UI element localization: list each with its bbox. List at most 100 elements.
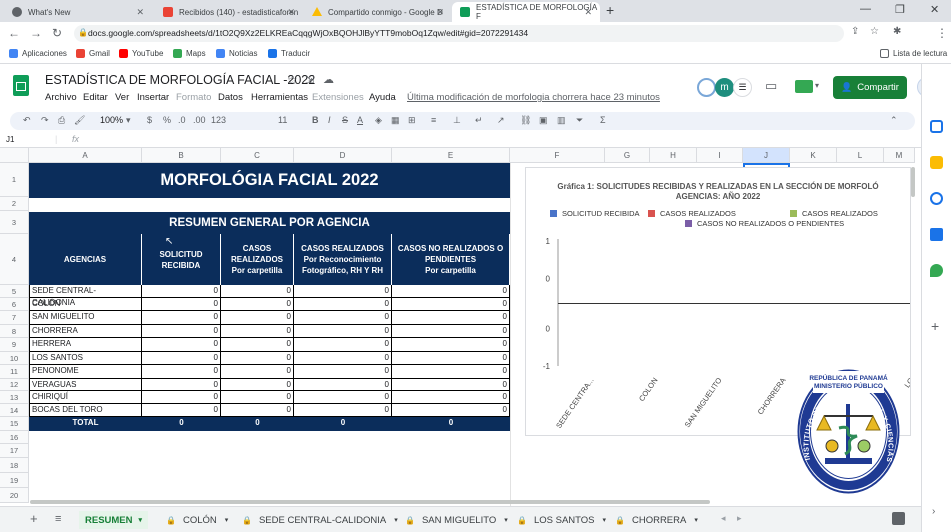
agency-value-cell[interactable]: 0 xyxy=(294,391,392,404)
agency-value-cell[interactable]: 0 xyxy=(392,365,510,379)
agency-value-cell[interactable]: 0 xyxy=(392,338,510,352)
agency-value-cell[interactable]: 0 xyxy=(142,325,221,338)
agency-value-cell[interactable]: 0 xyxy=(294,404,392,417)
merge-cells-icon[interactable]: ⊞ xyxy=(408,115,416,126)
sheet-tab-resumen[interactable]: RESUMEN ▾ xyxy=(79,511,149,529)
borders-icon[interactable]: ▦ xyxy=(391,115,400,126)
agency-name[interactable]: PENONOME xyxy=(29,365,142,379)
agency-value-cell[interactable]: 0 xyxy=(142,338,221,352)
agency-value-cell[interactable]: 0 xyxy=(221,365,294,379)
agency-value-cell[interactable]: 0 xyxy=(294,285,392,298)
agency-value-cell[interactable]: 0 xyxy=(294,298,392,311)
sheet-tab-sede-central[interactable]: 🔒 SEDE CENTRAL-CALIDONIA ▾ xyxy=(242,511,398,529)
row-header[interactable]: 2 xyxy=(0,197,29,211)
agency-name[interactable]: LOS SANTOS xyxy=(29,352,142,365)
more-collaborators-icon[interactable]: ☰ xyxy=(733,78,752,97)
menu-datos[interactable]: Datos xyxy=(218,92,243,103)
row-header[interactable]: 20 xyxy=(0,488,29,503)
agency-value-cell[interactable]: 0 xyxy=(142,352,221,365)
fill-color-icon[interactable]: ◈ xyxy=(375,115,382,126)
bold-icon[interactable]: B xyxy=(312,115,319,125)
column-header[interactable]: A xyxy=(29,148,142,163)
sheets-logo-icon[interactable] xyxy=(13,75,29,96)
bookmark-star-icon[interactable]: ☆ xyxy=(870,26,879,37)
bookmark-noticias[interactable]: Noticias xyxy=(216,49,257,58)
agency-name[interactable]: HERRERA xyxy=(29,338,142,352)
agency-name[interactable]: SEDE CENTRAL- CALIDONIA xyxy=(29,285,142,307)
agency-value-cell[interactable]: 0 xyxy=(221,298,294,311)
side-panel-toggle-icon[interactable]: › xyxy=(932,506,935,517)
menu-ayuda[interactable]: Ayuda xyxy=(369,92,396,103)
row-header[interactable]: 3 xyxy=(0,211,29,234)
row-header[interactable]: 8 xyxy=(0,325,29,338)
agency-value-cell[interactable]: 0 xyxy=(392,352,510,365)
chart-icon[interactable]: ▥ xyxy=(557,115,566,126)
column-header[interactable]: I xyxy=(697,148,743,163)
row-header[interactable]: 10 xyxy=(0,352,29,365)
menu-extensiones[interactable]: Extensiones xyxy=(312,92,364,103)
filter-icon[interactable]: ⏷ xyxy=(576,115,583,126)
rotate-text-icon[interactable]: ↗ xyxy=(497,115,505,126)
agency-value-cell[interactable]: 0 xyxy=(142,285,221,298)
number-format-select[interactable]: 123 xyxy=(211,115,226,125)
align-icon[interactable]: ≡ xyxy=(431,115,436,125)
close-window-icon[interactable]: ✕ xyxy=(930,3,939,16)
agency-value-cell[interactable]: 0 xyxy=(392,391,510,404)
bookmark-maps[interactable]: Maps xyxy=(173,49,206,58)
paint-format-icon[interactable]: 🖌 xyxy=(74,115,85,126)
collapse-toolbar-icon[interactable]: ⌃ xyxy=(890,115,898,126)
new-tab-icon[interactable]: + xyxy=(606,2,614,18)
agency-value-cell[interactable]: 0 xyxy=(294,311,392,325)
last-modified-link[interactable]: Última modificación de morfologia chorre… xyxy=(407,92,660,103)
close-tab-icon[interactable]: ✕ xyxy=(436,7,444,18)
bookmark-traducir[interactable]: Traducir xyxy=(268,49,310,58)
column-header[interactable]: F xyxy=(510,148,605,163)
agency-value-cell[interactable]: 0 xyxy=(142,379,221,391)
star-icon[interactable]: ☆ xyxy=(287,73,298,87)
collaborator-avatar[interactable]: m xyxy=(715,78,734,97)
browser-tab-sheets[interactable]: ESTADÍSTICA DE MORFOLOGÍA F ✕ xyxy=(452,2,600,22)
zoom-select[interactable]: 100% xyxy=(100,115,123,125)
sheet-tab-los-santos[interactable]: 🔒 LOS SANTOS ▾ xyxy=(517,511,606,529)
menu-insertar[interactable]: Insertar xyxy=(137,92,169,103)
agency-value-cell[interactable]: 0 xyxy=(221,325,294,338)
agency-name[interactable]: CHORRERA xyxy=(29,325,142,338)
decrease-decimal-icon[interactable]: .0 xyxy=(178,115,186,125)
agency-value-cell[interactable]: 0 xyxy=(142,311,221,325)
agency-value-cell[interactable]: 0 xyxy=(142,404,221,417)
functions-icon[interactable]: Σ xyxy=(600,115,606,125)
agency-value-cell[interactable]: 0 xyxy=(294,379,392,391)
agency-value-cell[interactable]: 0 xyxy=(392,379,510,391)
wrap-icon[interactable]: ↵ xyxy=(475,115,483,126)
currency-icon[interactable]: $ xyxy=(147,115,152,125)
agency-value-cell[interactable]: 0 xyxy=(142,365,221,379)
agency-value-cell[interactable]: 0 xyxy=(142,391,221,404)
column-header[interactable]: M xyxy=(884,148,915,163)
column-header[interactable]: E xyxy=(392,148,510,163)
name-box[interactable]: J1 xyxy=(6,135,14,144)
cloud-status-icon[interactable]: ☁ xyxy=(323,73,334,86)
column-header[interactable]: K xyxy=(790,148,837,163)
minimize-icon[interactable]: — xyxy=(860,3,871,15)
agency-value-cell[interactable]: 0 xyxy=(221,391,294,404)
row-header[interactable]: 4 xyxy=(0,234,29,285)
agency-value-cell[interactable]: 0 xyxy=(392,404,510,417)
close-tab-icon[interactable]: ✕ xyxy=(287,7,295,18)
document-title[interactable]: ESTADÍSTICA DE MORFOLOGÍA FACIAL -2022 xyxy=(45,73,315,87)
row-header[interactable]: 5 xyxy=(0,285,29,298)
close-tab-icon[interactable]: ✕ xyxy=(136,7,144,18)
agency-value-cell[interactable]: 0 xyxy=(392,285,510,298)
scroll-tabs-right-icon[interactable]: ▸ xyxy=(737,513,742,524)
browser-tab-gmail[interactable]: Recibidos (140) - estadisticaforen ✕ xyxy=(155,2,303,22)
add-sheet-icon[interactable]: + xyxy=(30,511,38,526)
agency-value-cell[interactable]: 0 xyxy=(221,379,294,391)
reading-list[interactable]: Lista de lectura xyxy=(880,49,947,58)
meet-icon[interactable] xyxy=(795,80,813,93)
print-icon[interactable]: ⎙ xyxy=(58,115,65,126)
agency-value-cell[interactable]: 0 xyxy=(294,338,392,352)
agency-value-cell[interactable]: 0 xyxy=(221,404,294,417)
text-color-icon[interactable]: A xyxy=(357,115,363,125)
menu-herramientas[interactable]: Herramientas xyxy=(251,92,308,103)
italic-icon[interactable]: I xyxy=(328,115,331,125)
row-header[interactable]: 13 xyxy=(0,391,29,404)
